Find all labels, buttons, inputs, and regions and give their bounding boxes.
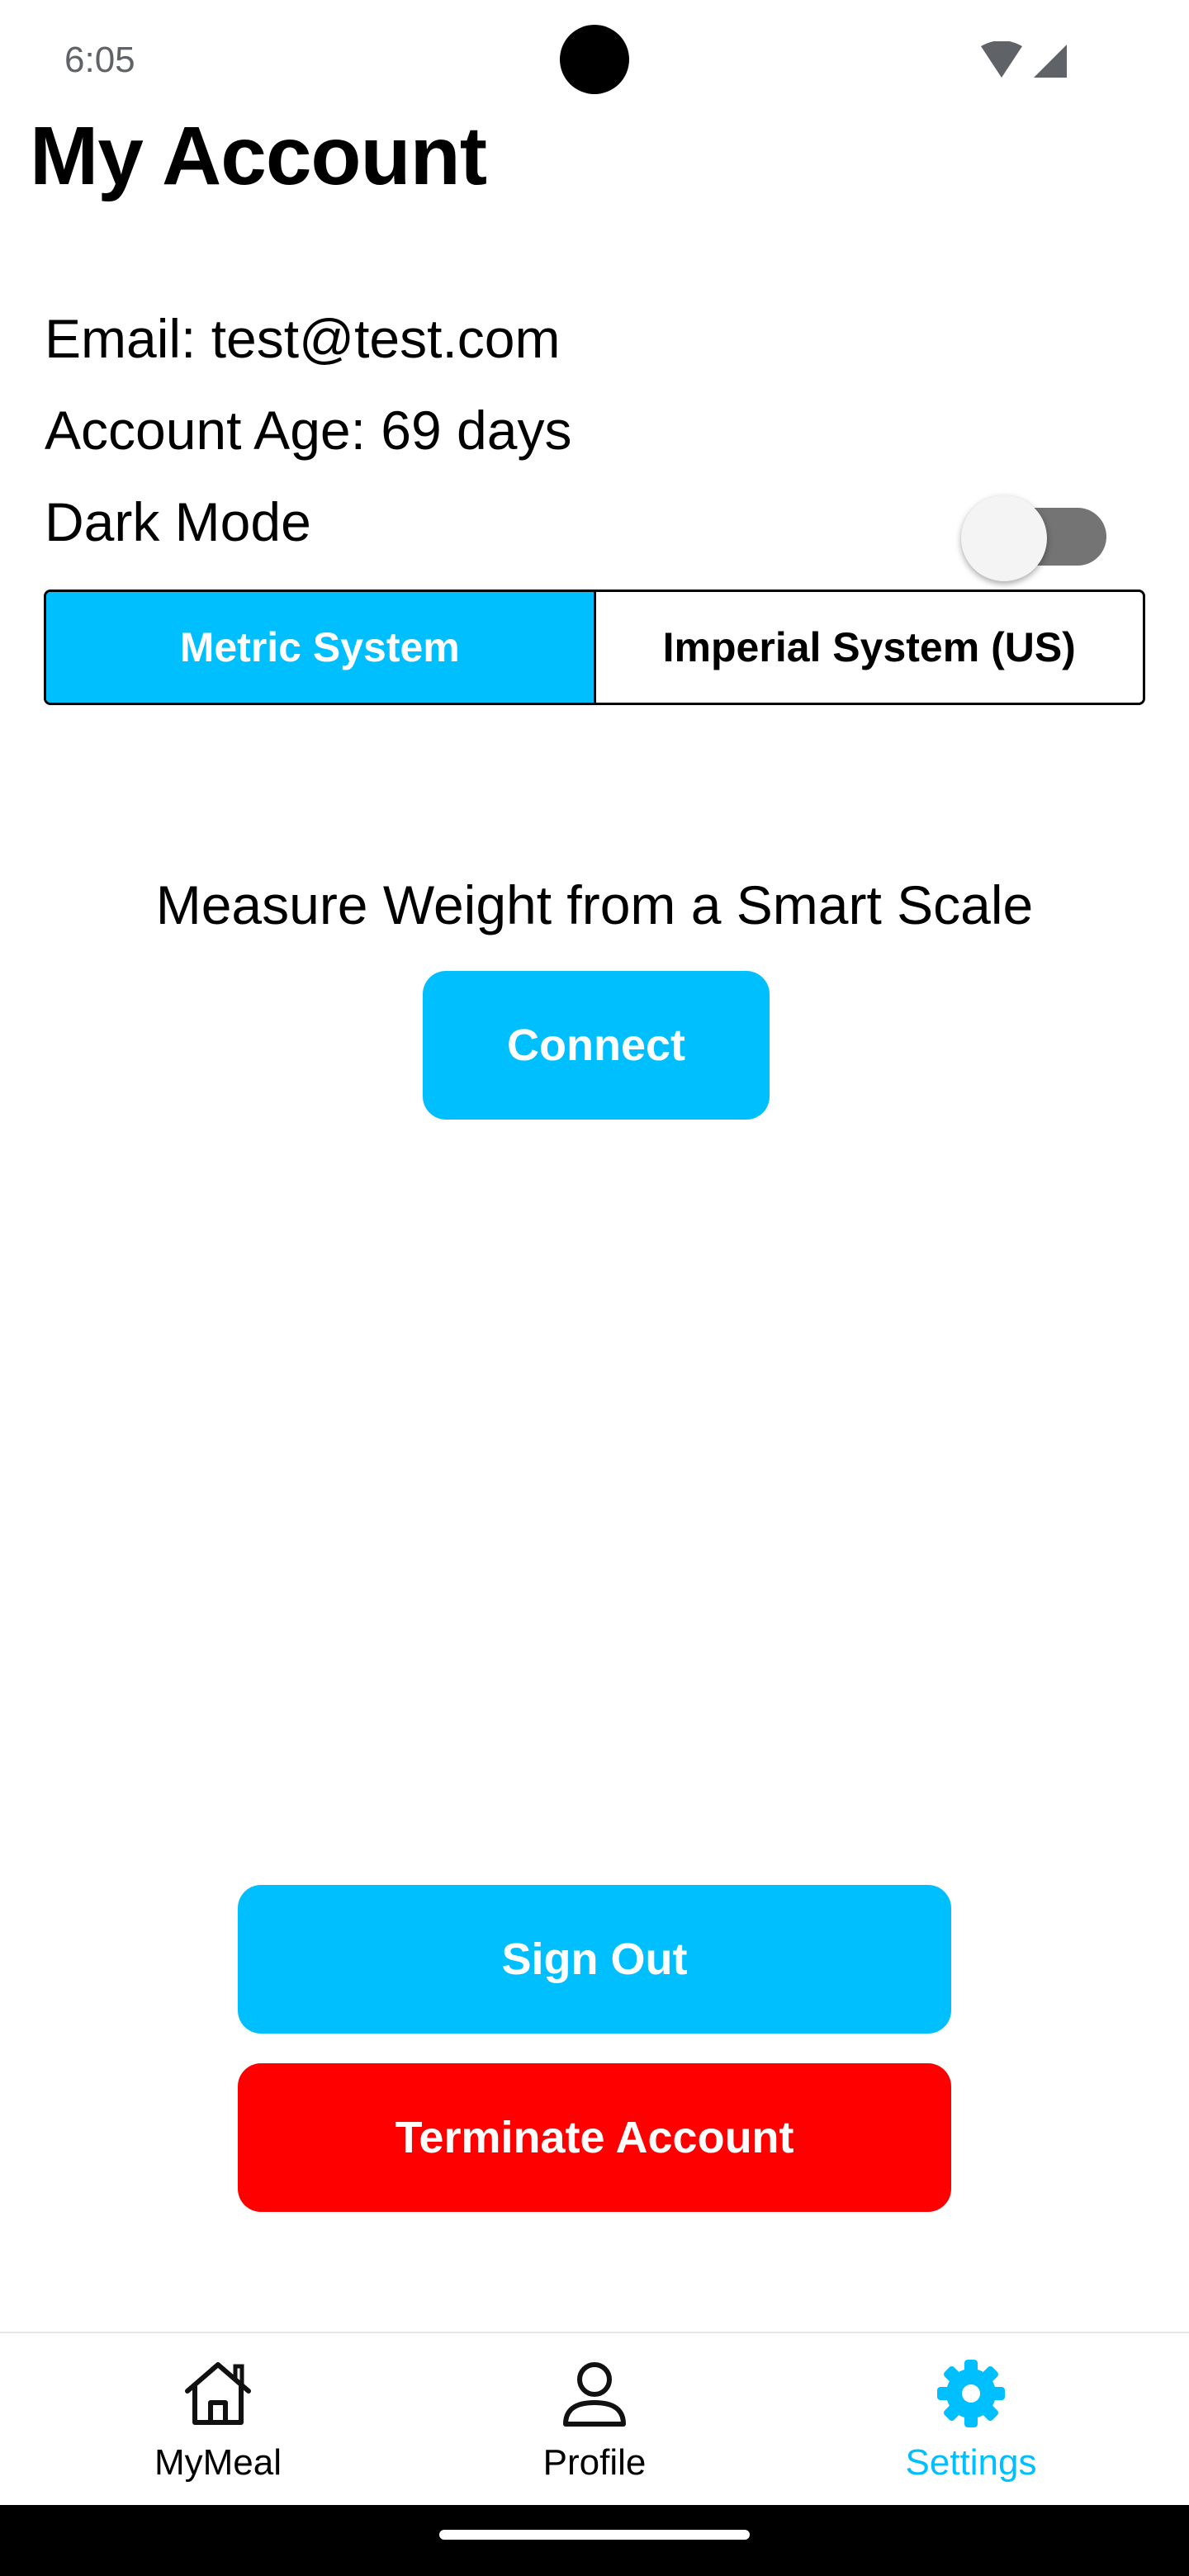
unit-system-selector: Metric System Imperial System (US) bbox=[44, 590, 1145, 705]
toggle-knob bbox=[961, 495, 1047, 581]
account-settings-screen: 6:05 My Account Email: test@test.com Acc… bbox=[0, 0, 1189, 2576]
camera-cutout bbox=[560, 25, 629, 94]
status-time: 6:05 bbox=[64, 40, 135, 80]
gear-icon bbox=[937, 2360, 1005, 2427]
terminate-account-button[interactable]: Terminate Account bbox=[238, 2063, 951, 2212]
nav-label-mymeal: MyMeal bbox=[154, 2442, 282, 2483]
nav-item-mymeal[interactable]: MyMeal bbox=[94, 2333, 342, 2507]
metric-system-option[interactable]: Metric System bbox=[46, 592, 594, 703]
nav-label-profile: Profile bbox=[542, 2442, 647, 2483]
nav-item-profile[interactable]: Profile bbox=[471, 2333, 718, 2507]
wifi-icon bbox=[981, 40, 1022, 78]
account-age-text: Account Age: 69 days bbox=[45, 400, 572, 461]
email-text: Email: test@test.com bbox=[45, 308, 561, 369]
sign-out-button[interactable]: Sign Out bbox=[238, 1885, 951, 2034]
imperial-system-option[interactable]: Imperial System (US) bbox=[593, 592, 1143, 703]
cellular-signal-icon bbox=[1034, 45, 1067, 78]
nav-item-settings[interactable]: Settings bbox=[847, 2333, 1095, 2507]
dark-mode-label: Dark Mode bbox=[45, 491, 311, 552]
dark-mode-toggle[interactable] bbox=[961, 495, 1110, 581]
system-navigation-bar bbox=[0, 2505, 1189, 2576]
bottom-navigation: MyMeal Profile Settings bbox=[0, 2332, 1189, 2505]
person-icon bbox=[563, 2362, 626, 2427]
page-title: My Account bbox=[30, 110, 487, 202]
nav-label-settings: Settings bbox=[905, 2442, 1037, 2483]
smart-scale-label: Measure Weight from a Smart Scale bbox=[155, 874, 1034, 935]
gesture-handle[interactable] bbox=[439, 2530, 750, 2540]
status-icons bbox=[979, 40, 1070, 79]
home-icon bbox=[185, 2362, 251, 2425]
connect-button[interactable]: Connect bbox=[423, 971, 770, 1120]
